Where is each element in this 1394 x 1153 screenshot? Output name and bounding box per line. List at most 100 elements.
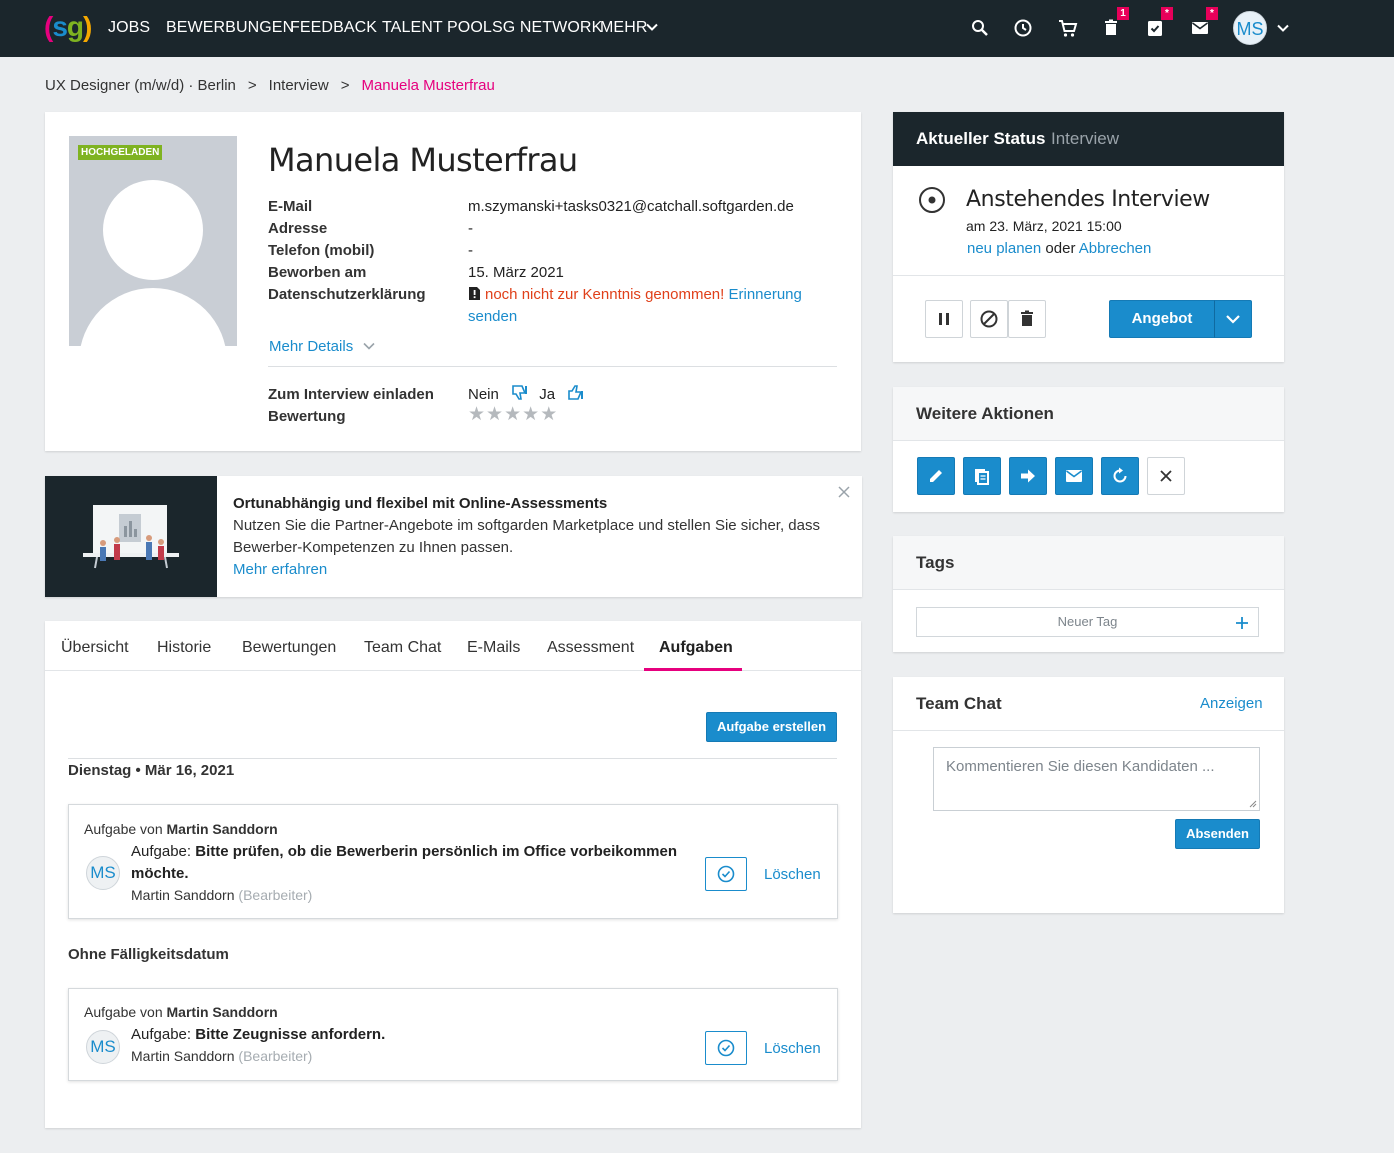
refresh-button[interactable] <box>1101 457 1139 495</box>
task-card: Aufgabe von Martin Sanddorn MS Aufgabe: … <box>68 988 838 1081</box>
task-author: Aufgabe von Martin Sanddorn <box>84 1002 278 1022</box>
tab-tasks[interactable]: Aufgaben <box>659 637 733 659</box>
create-task-button[interactable]: Aufgabe erstellen <box>706 712 837 742</box>
tab-bar: Übersicht Historie Bewertungen Team Chat… <box>45 621 861 671</box>
rating-stars[interactable]: ★★★★★ <box>468 404 558 427</box>
event-date: am 23. März, 2021 15:00 <box>966 218 1122 234</box>
delete-candidate-button[interactable] <box>1008 300 1046 338</box>
close-icon[interactable] <box>838 486 850 498</box>
breadcrumb-current: Manuela Musterfrau <box>361 77 495 94</box>
tasks-badge: * <box>1161 7 1173 20</box>
tab-overview[interactable]: Übersicht <box>61 637 129 659</box>
breadcrumb-stage[interactable]: Interview <box>269 77 329 94</box>
edit-button[interactable] <box>917 457 955 495</box>
thumbs-down-icon[interactable] <box>511 384 529 401</box>
email-button[interactable] <box>1055 457 1093 495</box>
task-description: Aufgabe: Bitte Zeugnisse anfordern. <box>131 1024 691 1046</box>
tasks-icon[interactable]: * <box>1143 7 1173 40</box>
invite-no-label: Nein <box>468 386 499 403</box>
promo-text: Bewerber-Kompetenzen zu Ihnen passen. <box>233 539 514 556</box>
tab-ratings[interactable]: Bewertungen <box>242 637 336 659</box>
or-text: oder <box>1045 240 1076 257</box>
tab-assessment[interactable]: Assessment <box>547 637 634 659</box>
thumbs-up-icon[interactable] <box>567 384 585 401</box>
star-icon[interactable]: ★ <box>486 404 504 425</box>
reject-button[interactable] <box>970 300 1008 338</box>
team-chat-header: Team Chat Anzeigen <box>893 677 1284 731</box>
star-icon[interactable]: ★ <box>504 404 522 425</box>
email-value[interactable]: m.szymanski+tasks0321@catchall.softgarde… <box>468 196 794 218</box>
breadcrumb-job[interactable]: UX Designer (m/w/d) · Berlin <box>45 77 236 94</box>
send-reminder-link-2[interactable]: senden <box>468 308 517 325</box>
user-menu-chevron-icon[interactable] <box>1276 21 1290 35</box>
action-buttons-row <box>917 457 1187 495</box>
cancel-interview-link[interactable]: Abbrechen <box>1079 240 1152 257</box>
new-tag-input[interactable]: Neuer Tag <box>916 607 1259 637</box>
history-clock-icon[interactable] <box>1011 16 1035 40</box>
refresh-icon <box>1113 467 1127 483</box>
complete-task-button[interactable] <box>705 1031 747 1065</box>
complete-task-button[interactable] <box>705 857 747 891</box>
candidate-profile-card: HOCHGELADEN Manuela Musterfrau E-Mail m.… <box>45 112 861 451</box>
avatar-head-shape <box>103 180 203 280</box>
promo-banner: Ortunabhängig und flexibel mit Online-As… <box>45 476 862 597</box>
copy-document-icon <box>975 469 989 485</box>
send-comment-button[interactable]: Absenden <box>1175 819 1260 849</box>
breadcrumb: UX Designer (m/w/d) · Berlin > Interview > M… <box>45 76 495 96</box>
search-icon[interactable] <box>968 16 992 40</box>
further-actions-card: Weitere Aktionen <box>893 387 1284 512</box>
close-application-button[interactable] <box>1147 457 1185 495</box>
resize-handle-icon[interactable] <box>1249 800 1257 808</box>
nav-bewerbungen[interactable]: BEWERBUNGEN <box>166 18 294 38</box>
offer-button[interactable]: Angebot <box>1109 300 1215 338</box>
chat-comment-textarea[interactable]: Kommentieren Sie diesen Kandidaten ... <box>933 747 1260 811</box>
promo-text: Nutzen Sie die Partner-Angebote im softg… <box>233 517 820 534</box>
user-avatar[interactable]: MS <box>1233 11 1267 45</box>
delete-task-link[interactable]: Löschen <box>764 1039 821 1059</box>
delete-task-link[interactable]: Löschen <box>764 865 821 885</box>
chevron-down-icon[interactable] <box>645 20 659 34</box>
task-author-name: Martin Sanddorn <box>166 1004 278 1020</box>
more-details-toggle[interactable]: Mehr Details <box>269 336 376 358</box>
star-icon[interactable]: ★ <box>468 404 486 425</box>
trash-icon <box>1021 310 1033 326</box>
forward-button[interactable] <box>1009 457 1047 495</box>
status-header: Aktueller Status Interview <box>893 112 1284 166</box>
pause-button[interactable] <box>925 300 963 338</box>
add-tag-plus-icon[interactable] <box>1235 616 1249 630</box>
star-icon[interactable]: ★ <box>522 404 540 425</box>
check-circle-icon <box>717 865 735 883</box>
nav-sg-network[interactable]: SG NETWORK <box>492 18 602 38</box>
nav-feedback[interactable]: FEEDBACK <box>290 18 377 38</box>
send-reminder-link[interactable]: Erinnerung <box>728 286 801 303</box>
tab-history[interactable]: Historie <box>157 637 211 659</box>
assignee-role: (Bearbeiter) <box>238 1048 313 1064</box>
chat-comment-placeholder: Kommentieren Sie diesen Kandidaten ... <box>946 758 1215 775</box>
star-icon[interactable]: ★ <box>540 404 558 425</box>
arrow-right-icon <box>1021 469 1035 483</box>
trash-icon[interactable]: 1 <box>1099 7 1129 40</box>
avatar-body-shape <box>79 288 227 346</box>
task-assignee: Martin Sanddorn (Bearbeiter) <box>131 885 312 905</box>
more-details-label: Mehr Details <box>269 338 354 355</box>
cart-icon[interactable] <box>1056 16 1080 40</box>
nav-jobs[interactable]: JOBS <box>108 18 150 38</box>
promo-title: Ortunabhängig und flexibel mit Online-As… <box>233 495 608 512</box>
show-chat-link[interactable]: Anzeigen <box>1200 694 1263 714</box>
offer-dropdown-button[interactable] <box>1214 300 1252 338</box>
nav-mehr[interactable]: MEHR <box>600 18 648 38</box>
task-prefix: Aufgabe: <box>131 843 192 860</box>
learn-more-link[interactable]: Mehr erfahren <box>233 559 327 581</box>
softgarden-logo[interactable]: (sg) <box>44 11 92 43</box>
further-actions-header: Weitere Aktionen <box>893 387 1284 441</box>
status-card: Aktueller Status Interview Anstehendes I… <box>893 112 1284 362</box>
tab-emails[interactable]: E-Mails <box>467 637 520 659</box>
tab-team-chat[interactable]: Team Chat <box>364 637 441 659</box>
event-title: Anstehendes Interview <box>966 187 1210 212</box>
chevron-down-icon <box>1226 315 1240 324</box>
copy-button[interactable] <box>963 457 1001 495</box>
mail-icon[interactable]: * <box>1188 7 1218 40</box>
reschedule-link[interactable]: neu planen <box>967 240 1041 257</box>
nav-talent-pool[interactable]: TALENT POOL <box>382 18 492 38</box>
task-card: Aufgabe von Martin Sanddorn MS Aufgabe: … <box>68 804 838 919</box>
